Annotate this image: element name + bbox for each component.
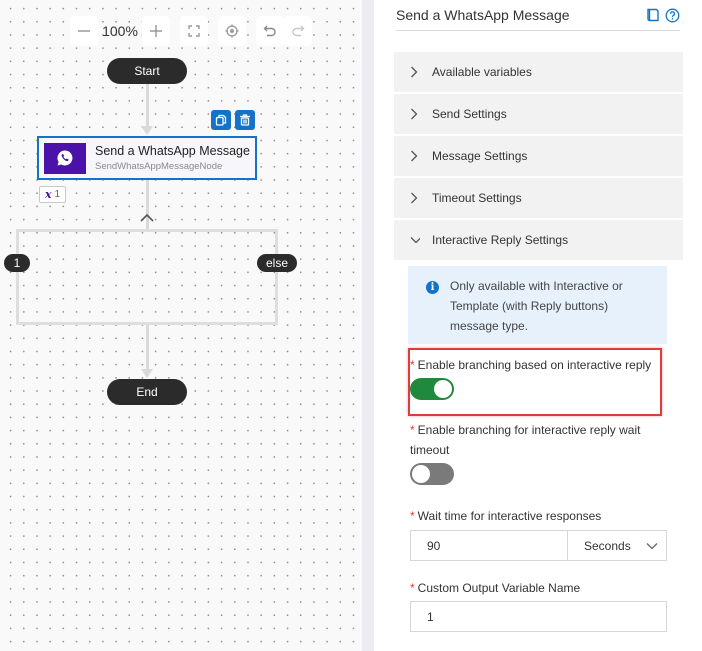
fit-view-button[interactable] [180, 16, 208, 46]
enable-timeout-branching-label: * Enable branching for interactive reply … [410, 420, 670, 460]
flow-canvas[interactable]: 100% Start Send a WhatsApp Message SendW… [0, 0, 362, 651]
required-marker: * [410, 423, 415, 437]
zoom-level: 100% [102, 23, 138, 39]
selected-unit: Seconds [584, 538, 631, 553]
required-marker: * [410, 509, 415, 523]
chevron-down-icon [410, 237, 420, 244]
redo-icon [292, 25, 305, 37]
connector-line [146, 325, 149, 373]
section-available-variables[interactable]: Available variables [394, 52, 683, 92]
label-text: Wait time for interactive responses [417, 509, 602, 523]
collapse-chevron-icon[interactable] [140, 212, 154, 222]
minus-icon [78, 30, 90, 32]
undo-icon [263, 25, 276, 37]
enable-branching-toggle[interactable] [410, 378, 454, 400]
node-icon-container [44, 142, 86, 174]
chevron-right-icon [411, 150, 418, 162]
delete-icon [240, 114, 250, 126]
center-view-button[interactable] [218, 16, 246, 46]
undo-button[interactable] [256, 16, 284, 46]
wait-time-label: * Wait time for interactive responses [410, 506, 601, 526]
chevron-right-icon [411, 66, 418, 78]
info-message: Only available with Interactive or Templ… [450, 279, 623, 333]
start-node[interactable]: Start [107, 58, 187, 84]
chevron-down-icon [646, 542, 658, 549]
section-message-settings[interactable]: Message Settings [394, 136, 683, 176]
label-text: Custom Output Variable Name [417, 581, 581, 595]
whatsapp-message-node[interactable]: Send a WhatsApp Message SendWhatsAppMess… [37, 136, 257, 180]
wait-time-unit-select[interactable]: Seconds [567, 530, 667, 561]
end-node[interactable]: End [107, 379, 187, 405]
chevron-right-icon [411, 192, 418, 204]
help-icon[interactable] [665, 8, 680, 23]
label-text: Enable branching for interactive reply w… [410, 423, 641, 457]
chevron-right-icon [411, 108, 418, 120]
wait-time-input[interactable]: 90 [410, 530, 568, 561]
section-label: Interactive Reply Settings [432, 233, 569, 247]
settings-panel: Send a WhatsApp Message Available variab… [374, 0, 702, 651]
book-icon[interactable] [646, 8, 660, 22]
section-label: Timeout Settings [432, 191, 522, 205]
variable-badge[interactable]: x 1 [39, 186, 66, 203]
label-text: Enable branching based on interactive re… [417, 358, 652, 372]
copy-node-button[interactable] [211, 110, 231, 130]
required-marker: * [410, 581, 415, 595]
connector-arrow [141, 369, 153, 378]
panel-title: Send a WhatsApp Message [396, 7, 570, 23]
toggle-knob [434, 380, 452, 398]
connector-arrow [141, 126, 153, 135]
branch-container [16, 229, 278, 325]
node-title: Send a WhatsApp Message [95, 144, 250, 158]
enable-branching-label: * Enable branching based on interactive r… [410, 355, 651, 375]
plus-icon [150, 25, 162, 37]
zoom-out-button[interactable] [70, 16, 98, 46]
fit-screen-icon [188, 25, 200, 37]
required-marker: * [410, 358, 415, 372]
toggle-knob [412, 465, 430, 483]
connector-line [146, 84, 149, 128]
section-send-settings[interactable]: Send Settings [394, 94, 683, 134]
section-timeout-settings[interactable]: Timeout Settings [394, 178, 683, 218]
section-interactive-reply-settings[interactable]: Interactive Reply Settings [394, 220, 683, 260]
variable-icon: x [44, 188, 52, 201]
delete-node-button[interactable] [235, 110, 255, 130]
section-label: Available variables [432, 65, 532, 79]
section-label: Send Settings [432, 107, 507, 121]
node-subtitle: SendWhatsAppMessageNode [95, 161, 223, 172]
output-variable-input[interactable]: 1 [410, 601, 667, 632]
branch-label-else[interactable]: else [257, 254, 297, 272]
canvas-toolbar: 100% [70, 16, 312, 46]
info-alert: i Only available with Interactive or Tem… [408, 266, 667, 344]
panel-divider[interactable] [362, 0, 374, 651]
output-variable-label: * Custom Output Variable Name [410, 578, 580, 598]
enable-timeout-branching-toggle[interactable] [410, 463, 454, 485]
zoom-in-button[interactable] [142, 16, 170, 46]
section-label: Message Settings [432, 149, 528, 163]
variable-count: 1 [54, 189, 61, 200]
panel-header: Send a WhatsApp Message [396, 0, 680, 31]
info-icon: i [426, 281, 439, 294]
whatsapp-icon [57, 150, 73, 166]
branch-label-1[interactable]: 1 [4, 254, 30, 272]
copy-icon [215, 114, 227, 126]
redo-button[interactable] [284, 16, 312, 46]
crosshair-icon [225, 24, 239, 38]
